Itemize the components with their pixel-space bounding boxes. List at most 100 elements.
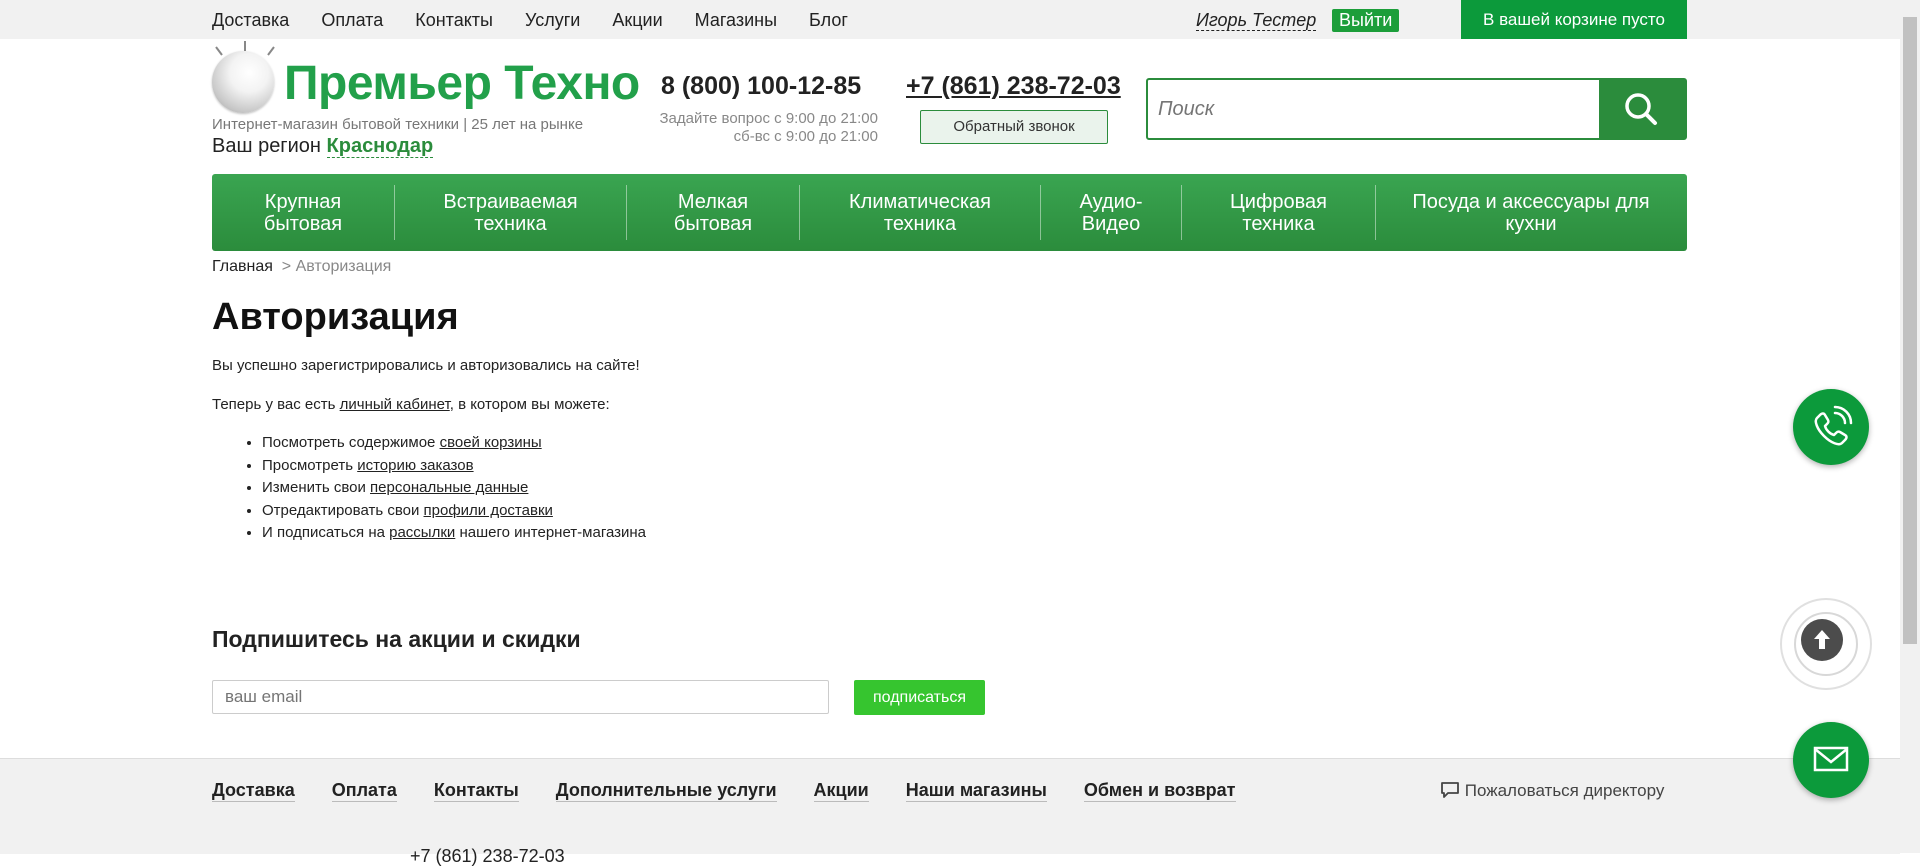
list-item: Изменить свои персональные данные [262,477,646,500]
catalog-large-appliances[interactable]: Крупная бытовая [212,191,394,235]
hours-weekend: сб-вс с 9:00 до 21:00 [733,128,878,145]
footer-link-stores[interactable]: Наши магазины [905,779,1047,802]
list-item: Просмотреть историю заказов [262,455,646,478]
footer-link-payment[interactable]: Оплата [331,779,397,802]
account-features-list: Посмотреть содержимое своей корзины Прос… [212,432,646,545]
phone-local-link[interactable]: +7 (861) 238-72-03 [906,72,1121,101]
nav-label: Климатическая [849,190,991,213]
nav-label: бытовая [263,212,343,235]
nav-label: Крупная [264,190,342,213]
nav-label: бытовая [673,212,753,235]
breadcrumb-current: Авторизация [295,258,392,275]
user-name-link[interactable]: Игорь Тестер [1196,10,1317,31]
mailings-link[interactable]: рассылки [389,524,455,541]
top-nav-stores[interactable]: Магазины [695,0,777,39]
working-hours: Задайте вопрос с 9:00 до 21:00 сб-вс с 9… [640,110,878,146]
catalog-small-appliances[interactable]: Мелкая бытовая [627,191,799,235]
breadcrumb-home[interactable]: Главная [212,258,273,275]
catalog-nav: Крупная бытовая Встраиваемая техника Мелка… [212,174,1687,251]
region-label: Ваш регион [212,135,321,157]
catalog-audio-video[interactable]: Аудио- Видео [1041,191,1181,235]
top-nav-promos[interactable]: Акции [612,0,662,39]
top-nav-services[interactable]: Услуги [525,0,580,39]
item-text: Просмотреть [262,456,358,474]
footer-phone-partial: +7 (861) 238-72-03 [410,846,565,866]
cart-button[interactable]: В вашей корзине пусто [1461,0,1687,39]
nav-label: Аудио- [1079,190,1143,213]
item-text: Отредактировать свои [262,501,424,519]
scrollbar-thumb[interactable] [1903,17,1917,644]
tagline: Интернет-магазин бытовой техники | 25 ле… [212,116,584,133]
subscribe-email-input[interactable] [212,680,829,714]
scrollbar[interactable] [1900,0,1920,853]
nav-label: Цифровая [1229,190,1328,213]
success-message: Вы успешно зарегистрировались и авторизо… [212,357,640,374]
catalog-digital[interactable]: Цифровая техника [1182,191,1375,235]
top-nav-blog[interactable]: Блог [809,0,848,39]
delivery-profiles-link[interactable]: профили доставки [424,502,553,519]
nav-label: техника [883,212,957,235]
footer [0,758,1900,854]
catalog-built-in[interactable]: Встраиваемая техника [395,191,626,235]
footer-link-contacts[interactable]: Контакты [433,779,519,802]
search-button[interactable] [1599,80,1685,138]
callback-button[interactable]: Обратный звонок [920,110,1108,144]
item-text-after: нашего интернет-магазина [455,524,647,541]
top-nav-payment[interactable]: Оплата [321,0,383,39]
personal-data-link[interactable]: персональные данные [370,479,528,496]
nav-label: техника [1242,212,1315,235]
nav-label: Мелкая [677,190,749,213]
list-item: Отредактировать свои профили доставки [262,500,646,523]
phone-icon [1814,405,1853,446]
logout-button[interactable]: Выйти [1332,9,1400,32]
footer-link-extra-services[interactable]: Дополнительные услуги [555,779,777,802]
complain-label: Пожаловаться директору [1464,781,1665,800]
logo-knob-icon[interactable] [212,51,274,113]
intro-after: , в котором вы можете: [449,396,610,413]
subscribe-title: Подпишитесь на акции и скидки [212,626,581,652]
order-history-link[interactable]: историю заказов [357,457,473,474]
breadcrumb: Главная > Авторизация [212,258,391,276]
nav-label: Встраиваемая [443,190,578,213]
cart-link[interactable]: своей корзины [440,434,542,451]
search-icon [1625,93,1657,125]
hours-weekdays: Задайте вопрос с 9:00 до 21:00 [659,110,878,127]
catalog-kitchenware[interactable]: Посуда и аксессуары для кухни [1376,191,1686,235]
scroll-top-button[interactable] [1782,600,1870,688]
speech-bubble-icon [1441,782,1459,798]
complain-link[interactable]: Пожаловаться директору [1440,781,1664,801]
list-item: Посмотреть содержимое своей корзины [262,432,646,455]
nav-label: Видео [1081,212,1141,235]
footer-link-returns[interactable]: Обмен и возврат [1083,779,1236,802]
region-link[interactable]: Краснодар [326,135,434,158]
item-text: И подписаться на [262,524,390,541]
item-text: Изменить свои [262,479,371,496]
footer-link-promos[interactable]: Акции [813,779,869,802]
top-nav-delivery[interactable]: Доставка [212,0,289,39]
search-box [1146,78,1687,140]
nav-label: Посуда и аксессуары для [1412,190,1650,213]
intro-before: Теперь у вас есть [212,396,340,413]
personal-account-link[interactable]: личный кабинет [340,396,450,413]
phone-tollfree: 8 (800) 100-12-85 [661,72,862,100]
envelope-icon [1813,746,1849,772]
region: Ваш регион Краснодар [212,135,434,158]
top-nav-contacts[interactable]: Контакты [415,0,493,39]
breadcrumb-separator: > [281,258,292,275]
subscribe-button[interactable]: подписаться [854,680,985,715]
catalog-climate[interactable]: Климатическая техника [800,191,1040,235]
search-input[interactable] [1148,80,1600,138]
list-item: И подписаться на рассылки нашего интерне… [262,522,646,545]
top-nav: Доставка Оплата Контакты Услуги Акции Ма… [212,0,880,39]
logo-text[interactable]: Премьер Техно [284,54,640,114]
arrow-up-icon [1801,619,1843,661]
intro-text: Теперь у вас есть личный кабинет, в кото… [212,396,610,413]
call-fab-button[interactable] [1793,389,1869,465]
page-title: Авторизация [212,296,459,338]
message-fab-button[interactable] [1793,722,1869,798]
item-text: Посмотреть содержимое [262,434,440,451]
nav-label: техника [474,212,547,235]
nav-label: кухни [1505,212,1557,235]
footer-nav: Доставка Оплата Контакты Дополнительные … [212,779,1273,802]
footer-link-delivery[interactable]: Доставка [212,779,295,802]
